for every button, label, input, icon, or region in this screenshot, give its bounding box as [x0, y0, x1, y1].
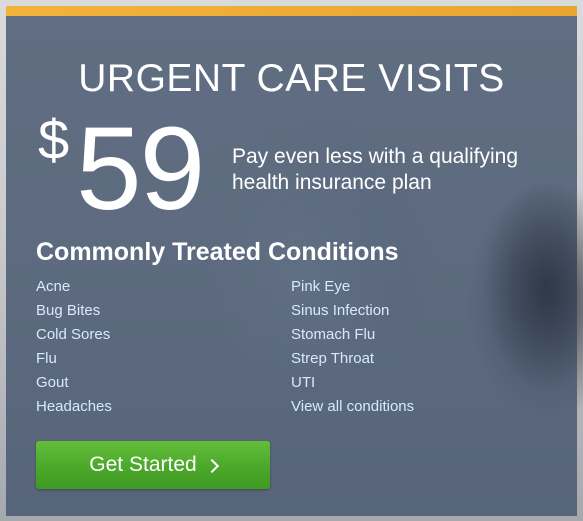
condition-link-bug-bites[interactable]: Bug Bites: [36, 301, 291, 321]
price-tagline: Pay even less with a qualifying health i…: [232, 145, 518, 194]
price-currency: $: [38, 108, 70, 171]
condition-link-stomach-flu[interactable]: Stomach Flu: [291, 325, 536, 345]
condition-link-cold-sores[interactable]: Cold Sores: [36, 325, 291, 345]
urgent-care-card: URGENT CARE VISITS $ 59 Pay even less wi…: [6, 6, 577, 516]
condition-link-uti[interactable]: UTI: [291, 373, 536, 393]
chevron-right-icon: [204, 458, 219, 473]
conditions-list: Acne Pink Eye Bug Bites Sinus Infection …: [36, 277, 536, 417]
condition-link-headaches[interactable]: Headaches: [36, 397, 291, 417]
condition-link-flu[interactable]: Flu: [36, 349, 291, 369]
condition-link-acne[interactable]: Acne: [36, 277, 291, 297]
page: URGENT CARE VISITS $ 59 Pay even less wi…: [0, 0, 583, 521]
condition-link-sinus-infection[interactable]: Sinus Infection: [291, 301, 536, 321]
get-started-button[interactable]: Get Started: [36, 441, 270, 489]
card-title: URGENT CARE VISITS: [78, 57, 505, 100]
view-all-conditions-link[interactable]: View all conditions: [291, 397, 536, 417]
conditions-heading: Commonly Treated Conditions: [36, 238, 399, 266]
condition-link-gout[interactable]: Gout: [36, 373, 291, 393]
get-started-label: Get Started: [89, 453, 197, 476]
condition-link-pink-eye[interactable]: Pink Eye: [291, 277, 536, 297]
price-amount: 59: [76, 103, 205, 235]
condition-link-strep-throat[interactable]: Strep Throat: [291, 349, 536, 369]
card-content: URGENT CARE VISITS $ 59 Pay even less wi…: [6, 6, 577, 516]
